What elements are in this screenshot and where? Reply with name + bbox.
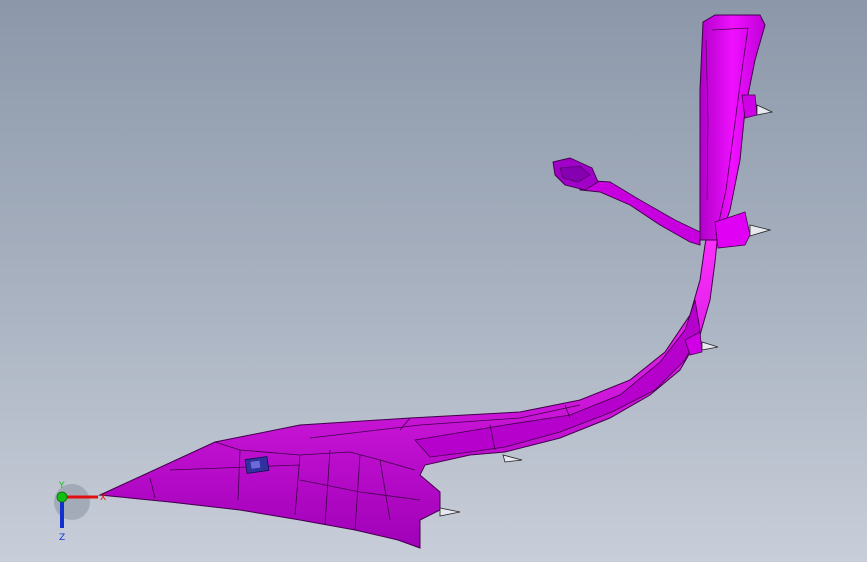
y-axis-dot — [56, 491, 68, 503]
upright-panel — [699, 14, 766, 241]
pin-top — [756, 104, 774, 116]
pin-middle — [749, 224, 772, 237]
bracket-top — [741, 94, 758, 119]
graphics-viewport[interactable]: X Y Z — [0, 0, 867, 562]
y-axis-label: Y — [58, 481, 65, 491]
main-swept-body — [98, 229, 719, 549]
pin-lower — [701, 341, 719, 351]
model-render[interactable] — [0, 0, 867, 562]
coordinate-triad[interactable]: X Y Z — [40, 470, 110, 550]
pin-body-1 — [502, 454, 523, 463]
label-plate-inner — [250, 460, 261, 469]
z-axis-label: Z — [59, 533, 65, 543]
support-arm — [579, 179, 701, 246]
pin-body-2 — [439, 507, 461, 517]
x-axis-label: X — [100, 493, 106, 503]
